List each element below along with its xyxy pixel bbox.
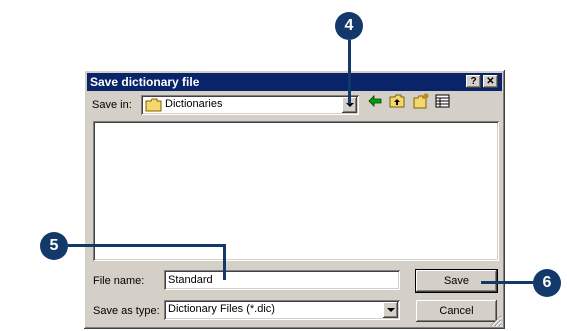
file-list[interactable]: [93, 121, 499, 261]
callout-4-leader: [348, 40, 351, 104]
file-name-label: File name:: [93, 275, 145, 287]
callout-6: 6: [533, 269, 561, 297]
folder-icon: [145, 98, 162, 112]
callout-5-leader-h: [68, 244, 226, 247]
save-as-type-dropdown-arrow[interactable]: [383, 302, 398, 318]
save-as-type-dropdown[interactable]: Dictionary Files (*.dic): [164, 300, 400, 320]
dialog-title: Save dictionary file: [90, 75, 200, 89]
callout-5: 5: [40, 232, 68, 260]
save-in-label: Save in:: [92, 99, 132, 111]
title-bar[interactable]: Save dictionary file ? ✕: [87, 73, 502, 91]
cancel-button[interactable]: Cancel: [416, 300, 497, 322]
save-in-value: Dictionaries: [165, 98, 223, 110]
save-as-type-label: Save as type:: [93, 305, 160, 317]
help-button[interactable]: ?: [466, 75, 481, 88]
callout-6-leader: [481, 281, 534, 284]
new-folder-icon[interactable]: [413, 93, 429, 109]
save-as-type-value: Dictionary Files (*.dic): [168, 303, 275, 315]
file-name-field[interactable]: Standard: [164, 270, 400, 290]
callout-4: 4: [335, 12, 363, 40]
save-in-dropdown[interactable]: Dictionaries: [141, 95, 359, 115]
up-folder-icon[interactable]: [389, 93, 405, 109]
resize-grip-icon[interactable]: [490, 315, 502, 327]
back-arrow-icon[interactable]: [367, 93, 383, 109]
callout-5-leader-v: [223, 244, 226, 280]
view-menu-icon[interactable]: [435, 93, 451, 109]
file-name-value: Standard: [168, 274, 213, 286]
close-button[interactable]: ✕: [483, 75, 498, 88]
